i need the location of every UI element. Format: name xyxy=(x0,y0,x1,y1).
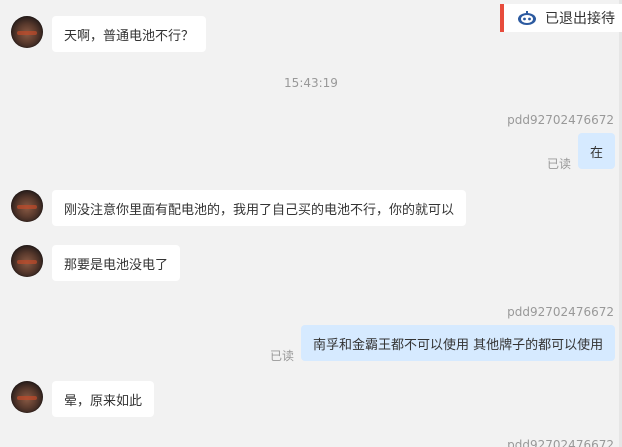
robot-icon xyxy=(518,11,536,25)
sender-name-partial: pdd92702476672 xyxy=(507,438,614,447)
customer-avatar[interactable] xyxy=(11,190,43,222)
reception-status-label: 已退出接待 xyxy=(545,11,615,27)
message-bubble-incoming: 天啊，普通电池不行？ xyxy=(52,16,207,52)
message-text: 天啊，普通电池不行？ xyxy=(64,28,195,44)
sender-name: pdd92702476672 xyxy=(507,305,614,319)
reception-status-badge[interactable]: 已退出接待 xyxy=(500,4,622,32)
customer-avatar[interactable] xyxy=(11,245,43,277)
message-bubble-outgoing: 南孚和金霸王都不可以使用 其他牌子的都可以使用 xyxy=(301,325,616,361)
customer-avatar[interactable] xyxy=(11,381,43,413)
message-bubble-incoming: 晕，原来如此 xyxy=(52,381,155,417)
message-text: 那要是电池没电了 xyxy=(64,257,169,273)
message-text: 刚没注意你里面有配电池的，我用了自己买的电池不行，你的就可以 xyxy=(64,202,455,218)
message-bubble-outgoing: 在 xyxy=(578,133,616,169)
sender-name: pdd92702476672 xyxy=(507,113,614,127)
message-timestamp: 15:43:19 xyxy=(284,76,338,90)
customer-avatar[interactable] xyxy=(11,16,43,48)
read-status: 已读 xyxy=(270,349,295,363)
message-text: 在 xyxy=(590,145,604,161)
message-bubble-incoming: 刚没注意你里面有配电池的，我用了自己买的电池不行，你的就可以 xyxy=(52,190,467,226)
message-text: 晕，原来如此 xyxy=(64,393,143,409)
read-status: 已读 xyxy=(547,157,572,171)
message-bubble-incoming: 那要是电池没电了 xyxy=(52,245,181,281)
message-text: 南孚和金霸王都不可以使用 其他牌子的都可以使用 xyxy=(313,337,604,353)
